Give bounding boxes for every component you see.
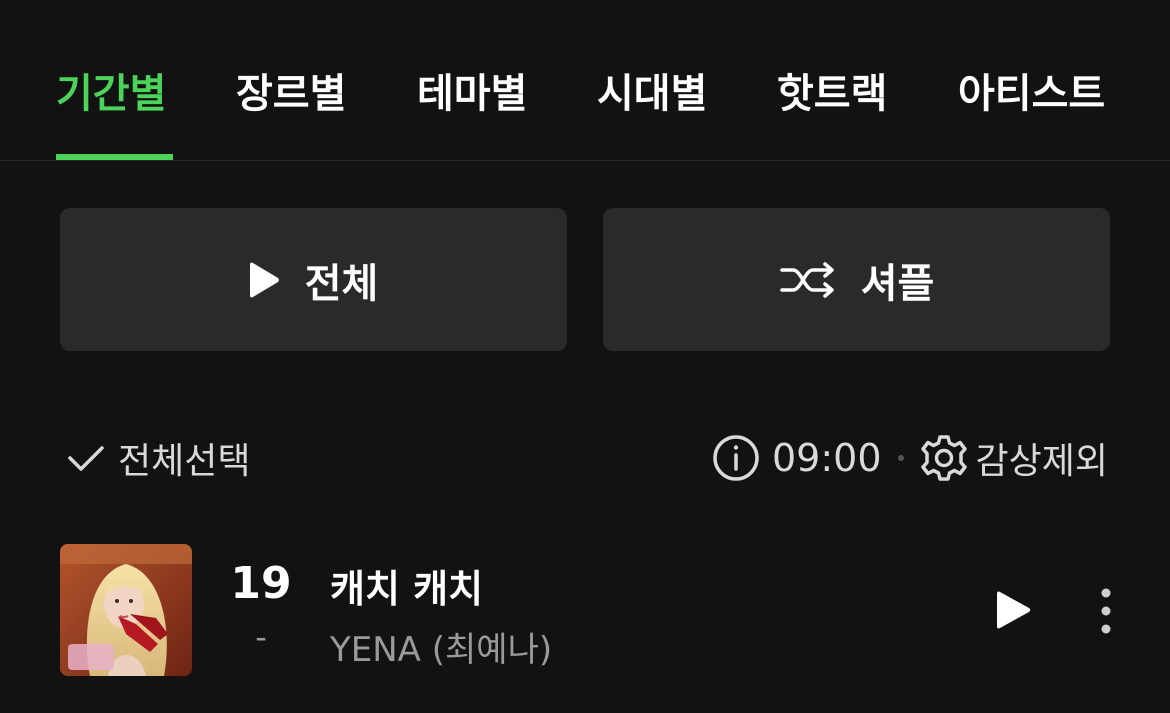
- chart-screen: 기간별 장르별 테마별 시대별 핫트랙 아티스트 전체 셔플 전체선택 09:0…: [0, 0, 1170, 713]
- shuffle-icon: [779, 260, 837, 300]
- tab-genre[interactable]: 장르별: [236, 66, 346, 126]
- tab-period[interactable]: 기간별: [56, 66, 166, 126]
- select-all-label: 전체선택: [118, 441, 251, 482]
- gear-icon: [920, 434, 968, 482]
- list-toolbar-right: 09:00 감상제외: [712, 432, 1108, 484]
- track-play-button[interactable]: [994, 588, 1034, 632]
- tab-era[interactable]: 시대별: [597, 66, 707, 126]
- track-rank: 19: [230, 558, 292, 609]
- play-all-label: 전체: [304, 260, 379, 307]
- tab-artist[interactable]: 아티스트: [958, 66, 1105, 126]
- tab-theme[interactable]: 테마별: [417, 66, 527, 126]
- exclude-listening-button[interactable]: 감상제외: [976, 432, 1108, 484]
- info-icon[interactable]: [712, 434, 760, 482]
- rank-change: -: [255, 618, 267, 656]
- more-options-button[interactable]: [1092, 586, 1120, 636]
- play-icon: [249, 260, 281, 300]
- track-title: 캐치 캐치: [330, 567, 484, 611]
- select-all-button[interactable]: 전체선택: [66, 432, 250, 484]
- category-tab-bar: 기간별 장르별 테마별 시대별 핫트랙 아티스트: [0, 0, 1170, 161]
- more-vertical-icon: [1101, 588, 1111, 634]
- total-duration: 09:00: [772, 436, 882, 480]
- tab-hot-track[interactable]: 핫트랙: [777, 66, 887, 126]
- separator-dot: [897, 455, 904, 461]
- track-row[interactable]: 19 - 캐치 캐치 YENA (최예나): [0, 540, 1170, 680]
- active-tab-indicator: [56, 154, 173, 160]
- play-icon: [997, 591, 1031, 629]
- shuffle-button[interactable]: 셔플: [603, 208, 1110, 351]
- album-art: [60, 544, 192, 676]
- play-all-button[interactable]: 전체: [60, 208, 567, 351]
- track-artist[interactable]: YENA (최예나): [330, 622, 552, 671]
- shuffle-label: 셔플: [860, 260, 935, 307]
- check-icon: [66, 438, 106, 478]
